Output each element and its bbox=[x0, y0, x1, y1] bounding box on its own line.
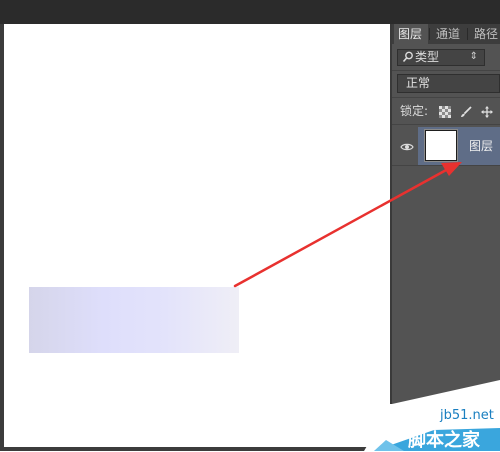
tab-paths[interactable]: 路径 bbox=[470, 24, 500, 44]
lock-label: 锁定: bbox=[400, 104, 429, 118]
eye-icon[interactable] bbox=[400, 139, 414, 153]
filter-kind-label: 类型 bbox=[415, 50, 440, 64]
blend-mode-value: 正常 bbox=[406, 76, 431, 90]
divider bbox=[392, 70, 500, 71]
divider bbox=[392, 97, 500, 98]
watermark-site-name: 脚本之家 bbox=[408, 430, 480, 451]
tab-layers[interactable]: 图层 bbox=[394, 24, 428, 44]
layers-panel: 图层 通道 路径 类型 ⇕ 正常 锁定: 图层 bbox=[392, 24, 500, 404]
layer-row[interactable]: 图层 bbox=[392, 127, 500, 165]
divider bbox=[392, 124, 500, 125]
divider bbox=[392, 165, 500, 166]
panel-tab-bar: 图层 通道 路径 bbox=[392, 24, 500, 44]
layer-name[interactable]: 图层 bbox=[469, 127, 493, 165]
gradient-shape[interactable] bbox=[29, 287, 239, 353]
search-icon bbox=[402, 50, 416, 68]
lock-brush-icon[interactable] bbox=[460, 105, 472, 117]
top-bar bbox=[0, 0, 500, 24]
tab-separator bbox=[467, 28, 468, 40]
tab-channels[interactable]: 通道 bbox=[432, 24, 466, 44]
tab-separator bbox=[429, 28, 430, 40]
layer-thumbnail[interactable] bbox=[425, 130, 457, 161]
spinner-icon: ⇕ bbox=[469, 51, 478, 62]
lock-row: 锁定: bbox=[392, 102, 500, 120]
document-canvas[interactable] bbox=[4, 24, 390, 447]
blend-mode-select[interactable]: 正常 bbox=[397, 74, 500, 93]
lock-move-icon[interactable] bbox=[481, 105, 493, 118]
lock-transparent-icon[interactable] bbox=[439, 105, 451, 118]
watermark-domain: jb51.net bbox=[440, 408, 494, 423]
watermark: jb51.net 脚本之家 bbox=[364, 380, 500, 451]
layer-filter-select[interactable]: 类型 ⇕ bbox=[397, 49, 485, 66]
